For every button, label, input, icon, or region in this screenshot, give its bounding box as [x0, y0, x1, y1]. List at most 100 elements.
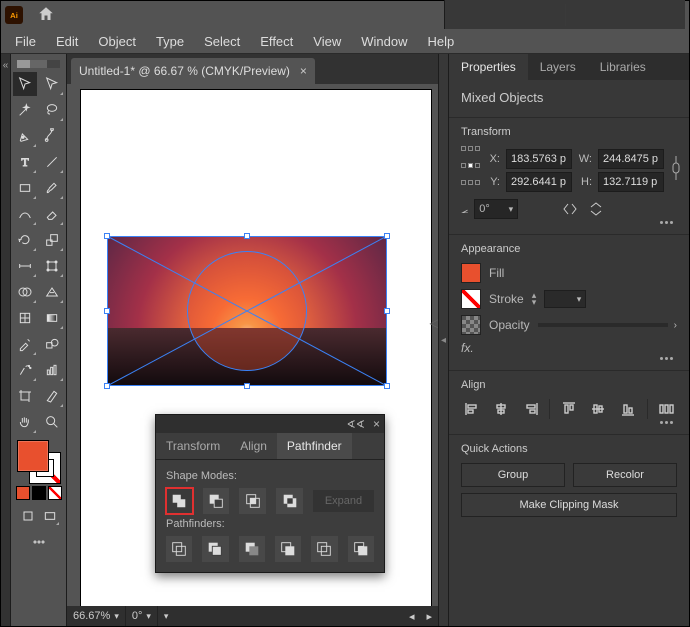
- panel-tab-transform[interactable]: Transform: [156, 433, 230, 459]
- menu-type[interactable]: Type: [146, 31, 194, 52]
- perspective-grid-tool[interactable]: [40, 280, 64, 304]
- color-mode-none[interactable]: [48, 486, 62, 500]
- align-right-icon[interactable]: [520, 399, 541, 419]
- panel-collapse-left[interactable]: «: [1, 54, 11, 626]
- paintbrush-tool[interactable]: [40, 176, 64, 200]
- reference-point[interactable]: [461, 146, 480, 195]
- screen-mode[interactable]: [40, 506, 60, 526]
- artboard-nav[interactable]: ▾: [158, 606, 403, 626]
- align-more-icon[interactable]: [656, 419, 677, 426]
- align-bottom-icon[interactable]: [617, 399, 638, 419]
- align-vcenter-icon[interactable]: [588, 399, 609, 419]
- edit-toolbar[interactable]: [27, 530, 51, 554]
- minus-front-button[interactable]: [203, 488, 230, 514]
- tab-libraries[interactable]: Libraries: [588, 54, 658, 80]
- selection-tool[interactable]: [13, 72, 37, 96]
- column-graph-tool[interactable]: [40, 358, 64, 382]
- slice-tool[interactable]: [40, 384, 64, 408]
- rectangle-tool[interactable]: [13, 176, 37, 200]
- artboard-tool[interactable]: [13, 384, 37, 408]
- panel-close-icon[interactable]: ×: [373, 417, 380, 431]
- curvature-tool[interactable]: [40, 124, 64, 148]
- panel-tab-align[interactable]: Align: [230, 433, 277, 459]
- h-field[interactable]: 132.7119 p: [598, 172, 664, 192]
- panel-tab-pathfinder[interactable]: Pathfinder: [277, 433, 352, 459]
- shaper-tool[interactable]: [13, 202, 37, 226]
- direct-selection-tool[interactable]: [40, 72, 64, 96]
- zoom-level[interactable]: 66.67%▾: [67, 606, 126, 626]
- type-tool[interactable]: T: [13, 150, 37, 174]
- line-segment-tool[interactable]: [40, 150, 64, 174]
- w-field[interactable]: 244.8475 p: [598, 149, 664, 169]
- pathfinder-panel[interactable]: ∢∢ × Transform Align Pathfinder Shape Mo…: [155, 414, 385, 573]
- flip-vertical-icon[interactable]: [586, 200, 606, 218]
- panel-collapse-right[interactable]: ◂: [438, 54, 448, 626]
- hand-tool[interactable]: [13, 410, 37, 434]
- shape-builder-tool[interactable]: [13, 280, 37, 304]
- blend-tool[interactable]: [40, 332, 64, 356]
- appearance-more-icon[interactable]: [656, 355, 677, 362]
- mesh-tool[interactable]: [13, 306, 37, 330]
- crop-button[interactable]: [275, 536, 301, 562]
- menu-effect[interactable]: Effect: [250, 31, 303, 52]
- unite-button[interactable]: [166, 488, 193, 514]
- intersect-button[interactable]: [239, 488, 266, 514]
- stroke-weight-field[interactable]: ▾: [544, 290, 586, 308]
- canvas-scrollbar[interactable]: ◁: [430, 293, 438, 353]
- x-field[interactable]: 183.5763 p: [506, 149, 572, 169]
- rotate-tool[interactable]: [13, 228, 37, 252]
- rotate-view[interactable]: 0°▾: [126, 606, 158, 626]
- recolor-button[interactable]: Recolor: [573, 463, 677, 487]
- distribute-icon[interactable]: [656, 399, 677, 419]
- minus-back-button[interactable]: [348, 536, 374, 562]
- constrain-proportions-icon[interactable]: [670, 146, 682, 190]
- outline-button[interactable]: [311, 536, 337, 562]
- flip-horizontal-icon[interactable]: [560, 200, 580, 218]
- stroke-stepper[interactable]: ▴▾: [532, 292, 537, 306]
- divide-button[interactable]: [166, 536, 192, 562]
- width-tool[interactable]: [13, 254, 37, 278]
- symbol-sprayer-tool[interactable]: [13, 358, 37, 382]
- free-transform-tool[interactable]: [40, 254, 64, 278]
- scale-tool[interactable]: [40, 228, 64, 252]
- stroke-swatch[interactable]: [461, 289, 481, 309]
- tab-properties[interactable]: Properties: [449, 54, 528, 80]
- status-scroll-right[interactable]: ▸: [420, 606, 438, 626]
- y-field[interactable]: 292.6441 p: [506, 172, 572, 192]
- menu-edit[interactable]: Edit: [46, 31, 88, 52]
- panel-collapse-icon[interactable]: ∢∢: [347, 418, 365, 431]
- fx-label[interactable]: fx.: [461, 341, 677, 355]
- close-tab-icon[interactable]: ×: [300, 64, 307, 78]
- home-icon[interactable]: [37, 5, 55, 26]
- selection-bounds[interactable]: [107, 236, 387, 386]
- status-scroll-left[interactable]: ◂: [403, 606, 421, 626]
- menu-help[interactable]: Help: [417, 31, 464, 52]
- tab-layers[interactable]: Layers: [528, 54, 588, 80]
- menu-view[interactable]: View: [303, 31, 351, 52]
- align-top-icon[interactable]: [558, 399, 579, 419]
- exclude-button[interactable]: [276, 488, 303, 514]
- fill-swatch[interactable]: [461, 263, 481, 283]
- color-mode-solid[interactable]: [16, 486, 30, 500]
- align-left-icon[interactable]: [461, 399, 482, 419]
- color-mode-gradient[interactable]: [32, 486, 46, 500]
- draw-mode-normal[interactable]: [18, 506, 38, 526]
- align-hcenter-icon[interactable]: [490, 399, 511, 419]
- magic-wand-tool[interactable]: [13, 98, 37, 122]
- menu-select[interactable]: Select: [194, 31, 250, 52]
- eraser-tool[interactable]: [40, 202, 64, 226]
- opacity-slider[interactable]: ›: [538, 316, 677, 334]
- transform-more-icon[interactable]: [656, 219, 677, 226]
- eyedropper-tool[interactable]: [13, 332, 37, 356]
- lasso-tool[interactable]: [40, 98, 64, 122]
- trim-button[interactable]: [202, 536, 228, 562]
- document-tab[interactable]: Untitled-1* @ 66.67 % (CMYK/Preview) ×: [71, 58, 315, 84]
- fill-stroke-swatch[interactable]: [17, 440, 61, 484]
- menu-file[interactable]: File: [5, 31, 46, 52]
- opacity-swatch[interactable]: [461, 315, 481, 335]
- make-clipping-mask-button[interactable]: Make Clipping Mask: [461, 493, 677, 517]
- pen-tool[interactable]: [13, 124, 37, 148]
- gradient-tool[interactable]: [40, 306, 64, 330]
- menu-window[interactable]: Window: [351, 31, 417, 52]
- zoom-tool[interactable]: [40, 410, 64, 434]
